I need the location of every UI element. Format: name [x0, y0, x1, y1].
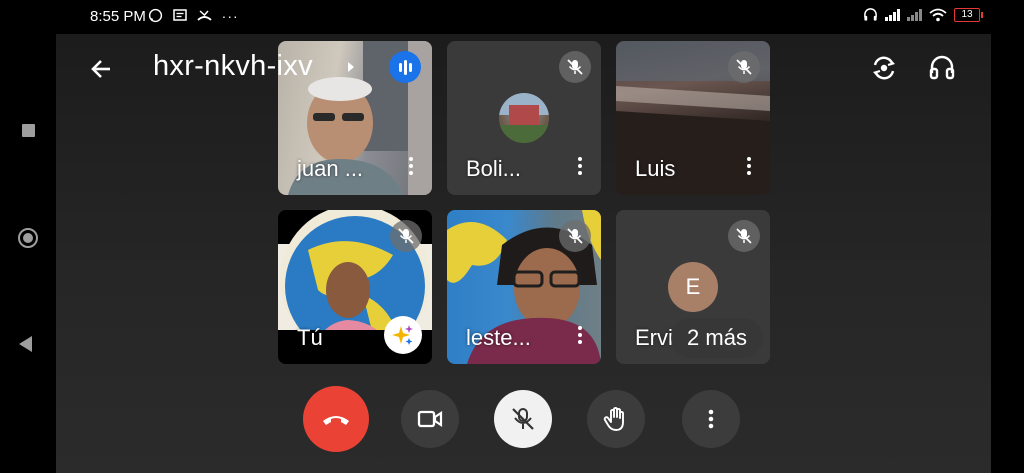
missed-call-icon — [197, 10, 212, 21]
recent-apps-button[interactable] — [22, 124, 35, 137]
participant-menu-icon[interactable] — [408, 157, 414, 179]
participant-tile-5[interactable]: leste... — [447, 210, 601, 364]
system-nav-bar — [0, 34, 56, 473]
video-camera-icon — [417, 410, 443, 428]
system-icons: 13 — [863, 7, 983, 22]
mic-off-icon — [512, 408, 534, 430]
battery-icon: 13 — [954, 7, 983, 22]
mic-off-icon — [559, 51, 591, 83]
hang-up-icon — [323, 416, 349, 425]
status-bar: 8:55 PM ··· 13 — [0, 0, 1024, 34]
end-call-button[interactable] — [303, 386, 369, 452]
participant-name: Boli... — [466, 156, 522, 181]
participant-avatar — [499, 93, 549, 143]
back-arrow-icon[interactable] — [86, 54, 116, 84]
mic-off-icon — [728, 51, 760, 83]
mic-off-icon — [390, 220, 422, 252]
sparkle-icon — [392, 325, 413, 345]
more-participants-chip[interactable]: 2 más — [671, 318, 763, 358]
participant-menu-icon[interactable] — [577, 157, 583, 179]
participant-name: Luis — [635, 156, 676, 181]
effects-button[interactable] — [384, 316, 422, 354]
participant-name: juan ... — [297, 156, 364, 181]
participant-tile-6[interactable]: E Ervi 2 más — [616, 210, 770, 364]
audio-output-icon[interactable] — [926, 52, 958, 84]
hand-icon — [603, 407, 624, 431]
more-vertical-icon — [708, 409, 714, 429]
home-button[interactable] — [18, 228, 38, 248]
participant-name: leste... — [466, 325, 531, 350]
participant-name: Tú — [297, 325, 323, 350]
message-icon — [173, 9, 187, 21]
speaking-indicator-icon — [389, 51, 421, 83]
participant-menu-icon[interactable] — [577, 326, 583, 348]
status-time: 8:55 PM — [90, 8, 146, 25]
more-notifications-icon: ··· — [221, 8, 239, 24]
signal-2-icon — [907, 8, 922, 21]
participant-tile-3[interactable]: Luis — [616, 41, 770, 195]
nav-back-button[interactable] — [19, 336, 32, 352]
participant-name: Ervi — [635, 325, 673, 350]
participant-initial-avatar: E — [668, 262, 718, 312]
signal-icon — [885, 8, 900, 21]
meeting-code-title[interactable]: hxr-nkvh-ixv — [153, 50, 313, 83]
meet-call-screen: juan ... Boli... Luis Tú leste... E Ervi… — [56, 34, 991, 473]
headphones-status-icon — [864, 8, 877, 21]
title-chevron-icon[interactable] — [348, 62, 354, 72]
participant-tile-2[interactable]: Boli... — [447, 41, 601, 195]
mic-off-icon — [728, 220, 760, 252]
camera-toggle-button[interactable] — [401, 390, 459, 448]
notification-icons: ··· — [148, 8, 239, 24]
microphone-toggle-button[interactable] — [494, 390, 552, 448]
switch-camera-icon[interactable] — [868, 52, 900, 84]
raise-hand-button[interactable] — [587, 390, 645, 448]
participant-tile-self[interactable]: Tú — [278, 210, 432, 364]
mic-off-icon — [559, 220, 591, 252]
wifi-icon — [929, 8, 947, 21]
participant-menu-icon[interactable] — [746, 157, 752, 179]
whatsapp-icon — [148, 8, 163, 23]
more-options-button[interactable] — [682, 390, 740, 448]
